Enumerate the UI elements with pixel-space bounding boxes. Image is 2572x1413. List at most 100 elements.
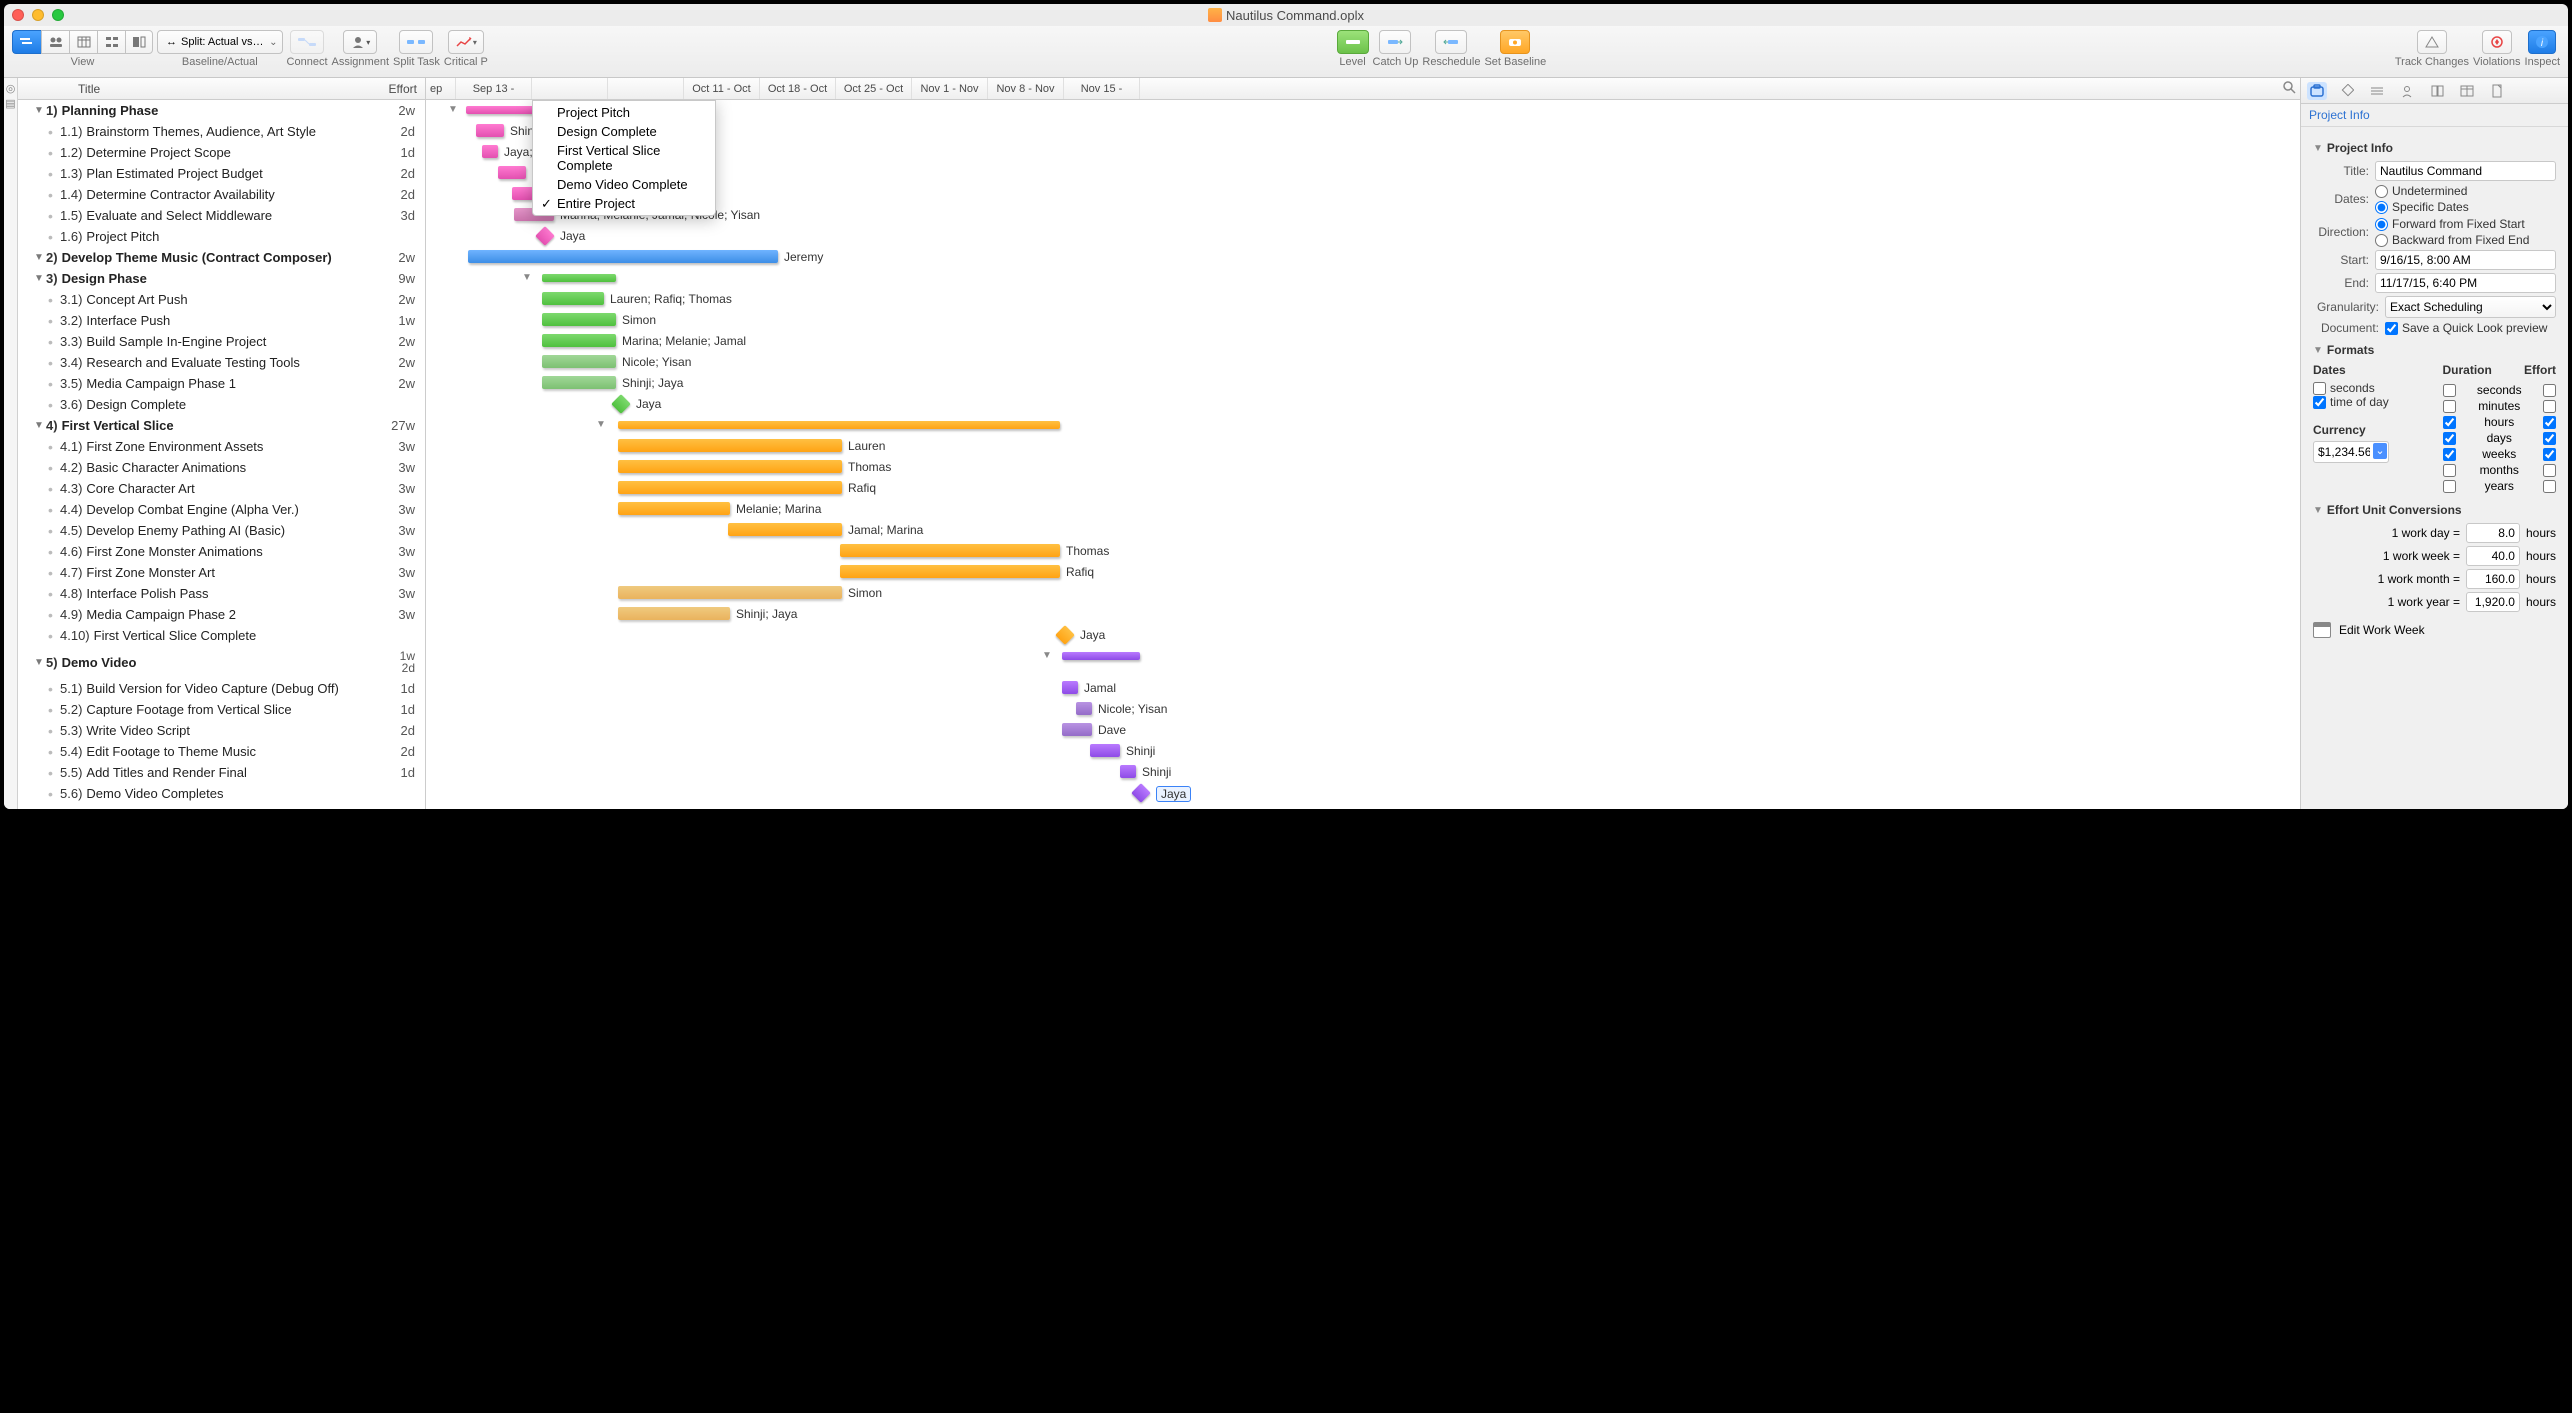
task-row[interactable]: •5.2)Capture Footage from Vertical Slice…: [18, 699, 425, 720]
task-row[interactable]: •4.2)Basic Character Animations3w: [18, 457, 425, 478]
calendar-view-button[interactable]: [69, 30, 97, 54]
track-changes-button[interactable]: [2417, 30, 2447, 54]
project-info-section[interactable]: ▼Project Info: [2313, 141, 2556, 155]
gantt-disclosure-icon[interactable]: ▼: [522, 272, 532, 283]
gantt-row[interactable]: Simon: [426, 310, 2300, 331]
task-row[interactable]: ▼1)Planning Phase2w: [18, 100, 425, 121]
zoom-icon[interactable]: [52, 9, 64, 21]
gantt-row[interactable]: Nicole; Yisan: [426, 352, 2300, 373]
gantt-row[interactable]: Jaya: [426, 226, 2300, 247]
gantt-row[interactable]: Shinji; Jaya: [426, 604, 2300, 625]
gantt-bar[interactable]: [542, 274, 616, 282]
menu-item[interactable]: Demo Video Complete: [533, 175, 715, 194]
gantt-bar[interactable]: [618, 439, 842, 452]
gantt-row[interactable]: Thomas: [426, 541, 2300, 562]
task-row[interactable]: •3.5)Media Campaign Phase 12w: [18, 373, 425, 394]
gantt-bar[interactable]: [618, 460, 842, 473]
resource-tab[interactable]: [2397, 82, 2417, 100]
task-row[interactable]: •1.5)Evaluate and Select Middleware3d: [18, 205, 425, 226]
conversions-section[interactable]: ▼Effort Unit Conversions: [2313, 503, 2556, 517]
gantt-row[interactable]: Rafiq: [426, 562, 2300, 583]
task-row[interactable]: •3.6)Design Complete: [18, 394, 425, 415]
disclosure-triangle-icon[interactable]: ▼: [34, 420, 46, 431]
direction-radio[interactable]: Forward from Fixed Start: [2375, 217, 2529, 231]
gantt-disclosure-icon[interactable]: ▼: [448, 104, 458, 115]
gantt-row[interactable]: Shinji: [426, 741, 2300, 762]
styles-tab[interactable]: [2427, 82, 2447, 100]
effort-checkbox[interactable]: [2543, 432, 2556, 445]
column-effort[interactable]: Effort: [373, 78, 425, 99]
critical-path-menu[interactable]: Project PitchDesign CompleteFirst Vertic…: [532, 100, 716, 216]
effort-checkbox[interactable]: [2543, 384, 2556, 397]
outline-body[interactable]: ▼1)Planning Phase2w•1.1)Brainstorm Theme…: [18, 100, 425, 809]
gantt-row[interactable]: Simon: [426, 583, 2300, 604]
gantt-row[interactable]: Jaya: [426, 394, 2300, 415]
gantt-bar[interactable]: [618, 607, 730, 620]
gantt-bar[interactable]: [482, 145, 498, 158]
disclosure-triangle-icon[interactable]: ▼: [34, 105, 46, 116]
task-row[interactable]: •1.3)Plan Estimated Project Budget2d: [18, 163, 425, 184]
gantt-row[interactable]: Dave: [426, 720, 2300, 741]
duration-checkbox[interactable]: [2443, 448, 2456, 461]
gantt-row[interactable]: ▼: [426, 415, 2300, 436]
level-button[interactable]: [1337, 30, 1369, 54]
gantt-bar[interactable]: [618, 586, 842, 599]
gantt-bar[interactable]: [542, 292, 604, 305]
effort-checkbox[interactable]: [2543, 400, 2556, 413]
task-row[interactable]: •3.4)Research and Evaluate Testing Tools…: [18, 352, 425, 373]
milestone-diamond[interactable]: [611, 394, 631, 414]
gantt-bar[interactable]: [476, 124, 504, 137]
conversion-value[interactable]: [2466, 569, 2520, 589]
disclosure-triangle-icon[interactable]: ▼: [34, 273, 46, 284]
effort-checkbox[interactable]: [2543, 464, 2556, 477]
baseline-select[interactable]: ↔ Split: Actual vs…: [157, 30, 283, 54]
gantt-bar[interactable]: [1120, 765, 1136, 778]
disclosure-triangle-icon[interactable]: ▼: [34, 657, 46, 668]
gantt-bar[interactable]: [542, 355, 616, 368]
milestones-tab[interactable]: [2337, 82, 2357, 100]
task-row[interactable]: •4.10)First Vertical Slice Complete: [18, 625, 425, 646]
search-icon[interactable]: [2282, 80, 2296, 94]
dates-format-checkbox[interactable]: time of day: [2313, 395, 2427, 409]
menu-item[interactable]: Project Pitch: [533, 103, 715, 122]
currency-field[interactable]: [2313, 441, 2389, 463]
conversion-value[interactable]: [2466, 592, 2520, 612]
custom-data-tab[interactable]: [2457, 82, 2477, 100]
violations-button[interactable]: [2482, 30, 2512, 54]
start-field[interactable]: [2375, 250, 2556, 270]
effort-checkbox[interactable]: [2543, 480, 2556, 493]
gantt-row[interactable]: Marina; Melanie; Jamal: [426, 331, 2300, 352]
note-icon[interactable]: ▤: [5, 97, 15, 110]
eye-icon[interactable]: ◎: [6, 82, 16, 95]
gantt-bar[interactable]: [1062, 723, 1092, 736]
duration-checkbox[interactable]: [2443, 432, 2456, 445]
gantt-row[interactable]: Lauren; Rafiq; Thomas: [426, 289, 2300, 310]
gantt-row[interactable]: Nicole; Yisan: [426, 699, 2300, 720]
task-row[interactable]: •3.2)Interface Push1w: [18, 310, 425, 331]
dates-radio[interactable]: Specific Dates: [2375, 200, 2469, 214]
menu-item[interactable]: ✓Entire Project: [533, 194, 715, 213]
dates-radio[interactable]: Undetermined: [2375, 184, 2469, 198]
column-title[interactable]: Title: [18, 78, 373, 99]
conversion-value[interactable]: [2466, 523, 2520, 543]
title-field[interactable]: [2375, 161, 2556, 181]
catch-up-button[interactable]: [1379, 30, 1411, 54]
task-row[interactable]: •5.5)Add Titles and Render Final1d: [18, 762, 425, 783]
inspect-button[interactable]: i: [2528, 30, 2556, 54]
duration-checkbox[interactable]: [2443, 480, 2456, 493]
task-row[interactable]: •5.6)Demo Video Completes: [18, 783, 425, 804]
gantt-bar[interactable]: [618, 481, 842, 494]
conversion-value[interactable]: [2466, 546, 2520, 566]
gantt-bar[interactable]: [468, 250, 778, 263]
task-row[interactable]: •1.6)Project Pitch: [18, 226, 425, 247]
gantt-bar[interactable]: [498, 166, 526, 179]
task-row[interactable]: •1.2)Determine Project Scope1d: [18, 142, 425, 163]
task-row[interactable]: •1.1)Brainstorm Themes, Audience, Art St…: [18, 121, 425, 142]
gantt-row[interactable]: Shinji: [426, 762, 2300, 783]
task-row[interactable]: •4.1)First Zone Environment Assets3w: [18, 436, 425, 457]
menu-item[interactable]: First Vertical Slice Complete: [533, 141, 715, 175]
attachments-tab[interactable]: [2487, 82, 2507, 100]
task-row[interactable]: •4.9)Media Campaign Phase 23w: [18, 604, 425, 625]
task-row[interactable]: •3.3)Build Sample In-Engine Project2w: [18, 331, 425, 352]
gantt-row[interactable]: Jaya: [426, 625, 2300, 646]
